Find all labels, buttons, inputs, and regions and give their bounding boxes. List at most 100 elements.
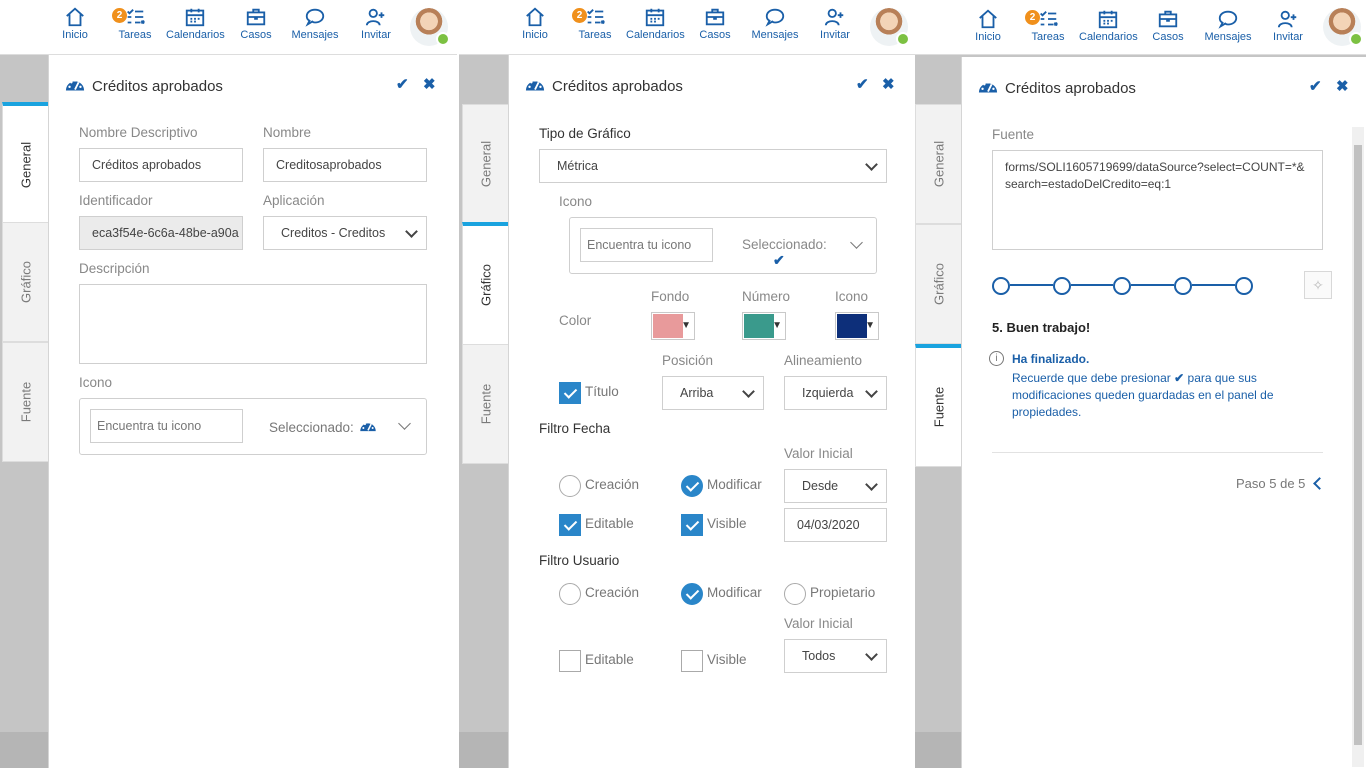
vertical-scrollbar[interactable]: [1352, 127, 1364, 767]
tab-general[interactable]: General: [915, 104, 962, 224]
alineamiento-label: Alineamiento: [784, 353, 863, 368]
nav-invitar[interactable]: Invitar: [1272, 8, 1304, 43]
chevron-left-icon[interactable]: [1313, 477, 1326, 490]
nav-calendarios[interactable]: Calendarios: [1079, 8, 1138, 43]
step-counter: Paso 5 de 5: [1236, 476, 1306, 491]
info-message: Recuerde que debe presionar ✔ para que s…: [1012, 370, 1312, 421]
nav-mensajes[interactable]: Mensajes: [751, 6, 799, 41]
fecha-editable-checkbox[interactable]: [559, 514, 581, 536]
dashboard-gauge-icon: [978, 81, 998, 93]
icono-color-swatch: [837, 314, 867, 338]
titulo-checkbox[interactable]: [559, 382, 581, 404]
tab-general[interactable]: General: [462, 104, 509, 224]
usuario-propietario-radio[interactable]: [784, 583, 806, 605]
nav-invitar[interactable]: Invitar: [360, 6, 392, 41]
fecha-input[interactable]: 04/03/2020: [784, 508, 887, 542]
chevron-down-icon[interactable]: [850, 236, 863, 249]
tasks-icon: [1040, 11, 1058, 27]
nav-mensajes[interactable]: Mensajes: [1204, 8, 1252, 43]
nav-inicio[interactable]: Inicio: [518, 6, 552, 41]
nombre-input[interactable]: Creditosaprobados: [263, 148, 427, 182]
scrollbar-thumb[interactable]: [1354, 145, 1362, 745]
nav-label: Inicio: [975, 31, 1001, 43]
home-icon: [66, 7, 84, 27]
magic-wand-icon[interactable]: ✧: [1304, 271, 1332, 299]
usuario-creacion-radio[interactable]: [559, 583, 581, 605]
tasks-icon: [587, 9, 605, 25]
wizard-step-2[interactable]: [1053, 277, 1071, 295]
tab-grafico[interactable]: Gráfico: [462, 222, 509, 345]
fondo-color-swatch: [653, 314, 683, 338]
aplicacion-select[interactable]: Creditos - Creditos: [263, 216, 427, 250]
filtro-fecha-label: Filtro Fecha: [539, 421, 611, 436]
nav-calendarios[interactable]: Calendarios: [166, 6, 225, 41]
tab-general[interactable]: General: [2, 102, 49, 225]
avatar[interactable]: [1323, 8, 1363, 46]
avatar[interactable]: [870, 8, 910, 46]
nav-tareas[interactable]: 2 Tareas: [572, 6, 613, 41]
nav-inicio[interactable]: Inicio: [58, 6, 92, 41]
wizard-step-1[interactable]: [992, 277, 1010, 295]
tipo-grafico-select[interactable]: Métrica: [539, 149, 887, 183]
valor-inicial-select[interactable]: Desde: [784, 469, 887, 503]
close-icon[interactable]: ✖: [882, 75, 895, 93]
nav-label: Invitar: [820, 29, 850, 41]
icon-search-input[interactable]: Encuentra tu icono: [90, 409, 243, 443]
fecha-visible-checkbox[interactable]: [681, 514, 703, 536]
wizard-step-5[interactable]: [1235, 277, 1253, 295]
wizard-connector: [1010, 284, 1053, 286]
close-icon[interactable]: ✖: [423, 75, 436, 93]
nav-calendarios[interactable]: Calendarios: [626, 6, 685, 41]
fecha-modificar-radio[interactable]: [681, 475, 703, 497]
tab-label: Gráfico: [478, 264, 494, 306]
tab-fuente[interactable]: Fuente: [462, 344, 509, 464]
confirm-check-icon[interactable]: ✔: [1309, 77, 1322, 95]
posicion-select[interactable]: Arriba: [662, 376, 764, 410]
nav-casos[interactable]: Casos: [239, 6, 273, 41]
panel-title-text: Créditos aprobados: [552, 78, 683, 95]
alineamiento-select[interactable]: Izquierda: [784, 376, 887, 410]
icon-picker: Encuentra tu icono Seleccionado: ✔: [569, 217, 877, 274]
wizard-connector: [1192, 284, 1235, 286]
nav-mensajes[interactable]: Mensajes: [291, 6, 339, 41]
icon-picker: Encuentra tu icono Seleccionado:: [79, 398, 427, 455]
tab-fuente[interactable]: Fuente: [915, 344, 962, 467]
tab-grafico[interactable]: Gráfico: [915, 224, 962, 344]
nav-tareas[interactable]: 2 Tareas: [1025, 8, 1066, 43]
wizard-step-3[interactable]: [1113, 277, 1131, 295]
usuario-valor-inicial-select[interactable]: Todos: [784, 639, 887, 673]
filtro-usuario-label: Filtro Usuario: [539, 553, 620, 568]
usuario-modificar-radio[interactable]: [681, 583, 703, 605]
nav-invitar[interactable]: Invitar: [819, 6, 851, 41]
close-icon[interactable]: ✖: [1336, 77, 1349, 95]
identificador-input: eca3f54e-6c6a-48be-a90a: [79, 216, 243, 250]
confirm-check-icon[interactable]: ✔: [856, 75, 869, 93]
tab-label: Gráfico: [931, 263, 947, 305]
icono-color-picker[interactable]: ▼: [835, 312, 879, 340]
usuario-editable-checkbox[interactable]: [559, 650, 581, 672]
descripcion-textarea[interactable]: [79, 284, 427, 364]
numero-color-picker[interactable]: ▼: [742, 312, 786, 340]
icon-search-input[interactable]: Encuentra tu icono: [580, 228, 713, 262]
wizard-step-4[interactable]: [1174, 277, 1192, 295]
nav-tareas[interactable]: 2 Tareas: [112, 6, 153, 41]
avatar[interactable]: [410, 8, 450, 46]
dashboard-gauge-icon: [359, 423, 376, 432]
confirm-check-icon[interactable]: ✔: [396, 75, 409, 93]
posicion-label: Posición: [662, 353, 714, 368]
add-user-icon: [365, 8, 385, 26]
dropdown-arrow-icon: ▼: [681, 320, 691, 331]
usuario-visible-checkbox[interactable]: [681, 650, 703, 672]
chevron-down-icon[interactable]: [398, 417, 411, 430]
nombre-descriptivo-input[interactable]: Créditos aprobados: [79, 148, 243, 182]
identificador-label: Identificador: [79, 193, 153, 208]
tab-grafico[interactable]: Gráfico: [2, 222, 49, 342]
nav-inicio[interactable]: Inicio: [971, 8, 1005, 43]
nav-casos[interactable]: Casos: [698, 6, 732, 41]
nav-casos[interactable]: Casos: [1151, 8, 1185, 43]
fuente-textarea[interactable]: forms/SOLI1605719699/dataSource?select=C…: [992, 150, 1323, 250]
panel-grafico: Inicio 2 Tareas Calendarios Casos Mensaj…: [459, 0, 915, 768]
tab-fuente[interactable]: Fuente: [2, 342, 49, 462]
fondo-color-picker[interactable]: ▼: [651, 312, 695, 340]
fecha-creacion-radio[interactable]: [559, 475, 581, 497]
